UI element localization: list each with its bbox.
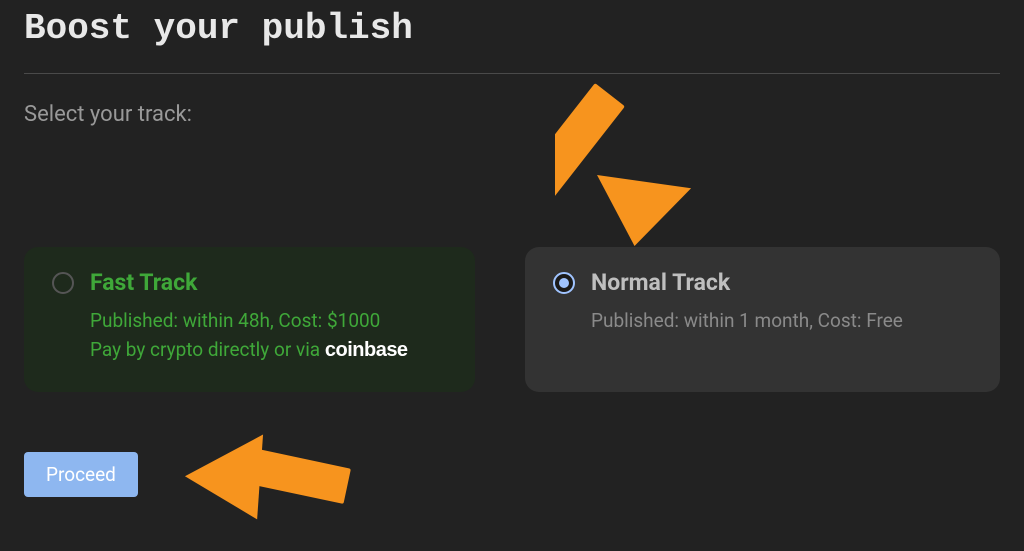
- radio-normal[interactable]: [553, 272, 575, 294]
- radio-inner-dot: [559, 278, 569, 288]
- fast-track-card[interactable]: Fast Track Published: within 48h, Cost: …: [24, 247, 475, 392]
- page-title: Boost your publish: [24, 8, 1000, 74]
- fast-track-title: Fast Track: [90, 269, 447, 296]
- normal-track-card[interactable]: Normal Track Published: within 1 month, …: [525, 247, 1000, 392]
- normal-track-title: Normal Track: [591, 269, 972, 296]
- fast-track-desc1: Published: within 48h, Cost: $1000: [90, 306, 447, 335]
- annotation-arrow-proceed: [180, 427, 355, 522]
- coinbase-logo: coinbase: [325, 339, 408, 361]
- subtitle: Select your track:: [24, 102, 1000, 127]
- proceed-button[interactable]: Proceed: [24, 452, 138, 497]
- fast-track-pay-prefix: Pay by crypto directly or via: [90, 338, 325, 361]
- track-options: Fast Track Published: within 48h, Cost: …: [24, 247, 1000, 392]
- radio-fast[interactable]: [52, 272, 74, 294]
- normal-track-desc1: Published: within 1 month, Cost: Free: [591, 306, 972, 335]
- annotation-arrow-normal: [555, 58, 700, 258]
